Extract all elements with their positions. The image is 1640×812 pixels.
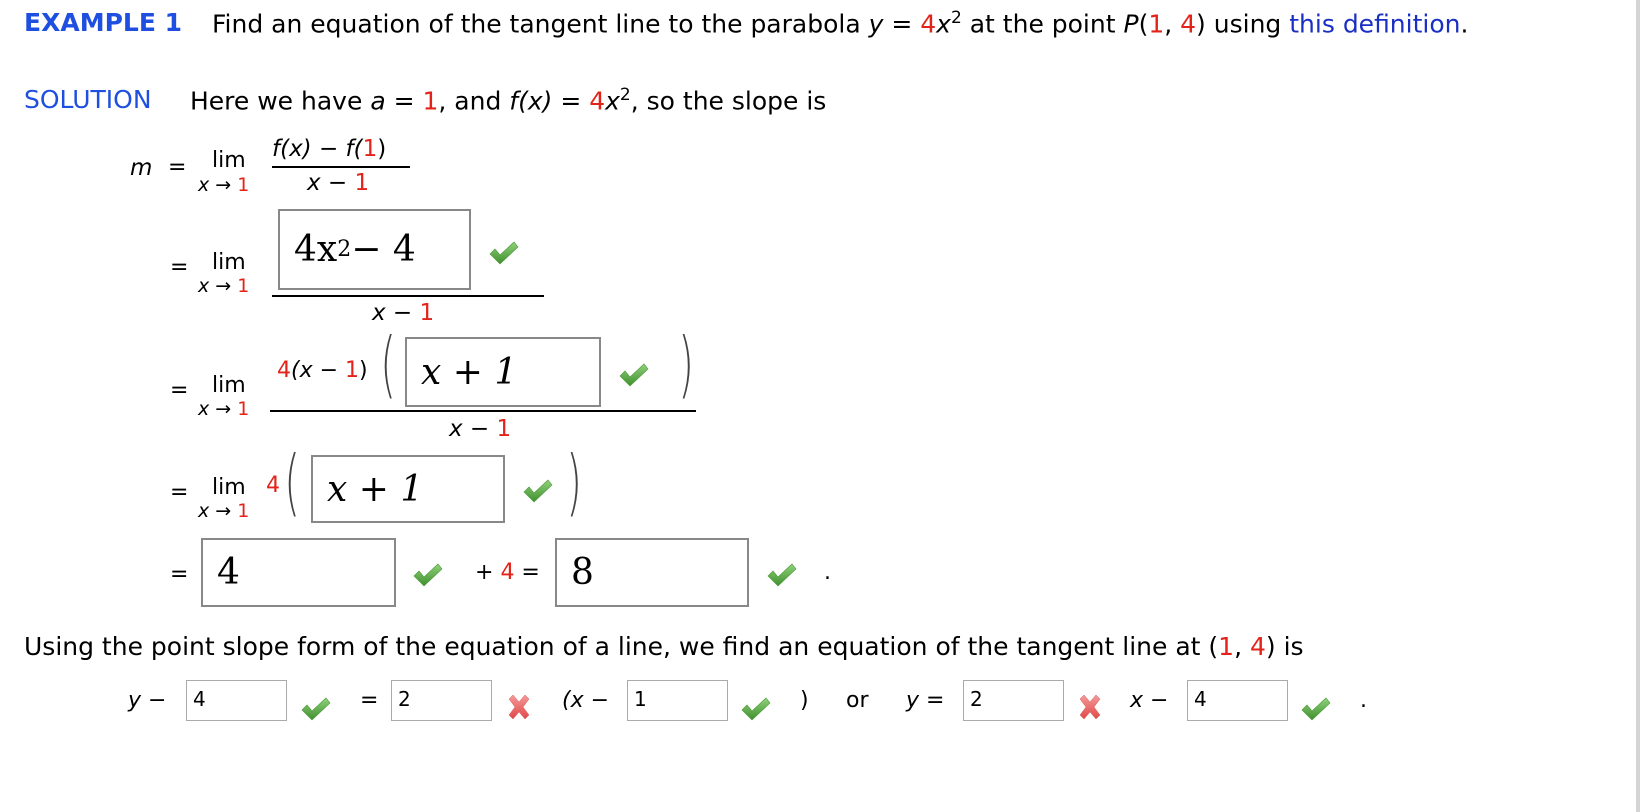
check-icon <box>766 562 798 588</box>
fraction-bar <box>272 166 410 168</box>
scrollbar[interactable] <box>1636 0 1640 812</box>
limit-value-input[interactable]: 4 <box>201 538 396 607</box>
lim-subscript: x → 1 <box>198 398 250 420</box>
comma: , <box>1164 9 1181 39</box>
equals-sign: = <box>883 9 921 39</box>
lim-label: lim <box>212 250 246 275</box>
intercept-input[interactable]: 4 <box>1187 680 1288 721</box>
example-heading: EXAMPLE 1 <box>24 8 182 37</box>
solution-label: SOLUTION <box>24 85 152 114</box>
fraction-bar <box>272 295 544 297</box>
problem-text: Find an equation of the tangent line to … <box>212 9 869 39</box>
right-paren: ) <box>678 322 694 406</box>
lim-label: lim <box>212 373 246 398</box>
step4-coefficient: 4 <box>266 473 280 498</box>
period: . <box>1460 9 1469 39</box>
check-icon <box>740 696 772 722</box>
x-point-input[interactable]: 1 <box>627 680 728 721</box>
example-label: EXAMPLE 1 <box>24 8 183 37</box>
left-paren: ( <box>284 440 300 524</box>
check-icon <box>1300 696 1332 722</box>
check-icon <box>488 240 520 266</box>
y-intercept-point-input[interactable]: 4 <box>186 680 287 721</box>
point-x: 1 <box>1148 9 1165 39</box>
check-icon <box>300 696 332 722</box>
solution-text-2: , and <box>438 86 510 116</box>
x-minus-label: (x − <box>562 688 610 713</box>
y-equals-label: y = <box>906 688 945 713</box>
equals-sign: = <box>170 480 189 505</box>
slope-input[interactable]: 2 <box>391 680 492 721</box>
coefficient-4: 4 <box>920 9 937 39</box>
definition-link[interactable]: this definition <box>1289 9 1460 38</box>
y-variable: y <box>868 9 884 39</box>
close-paren: ) <box>1196 9 1206 39</box>
equals-sign: = <box>170 255 189 280</box>
problem-text-3: using <box>1205 9 1290 39</box>
conclusion-text: Using the point slope form of the equati… <box>24 632 1304 661</box>
equals-sign: = <box>385 86 423 116</box>
check-icon <box>522 478 554 504</box>
exponent: 2 <box>950 8 962 28</box>
step3-denominator: x − 1 <box>449 416 512 442</box>
solution-text-3: , so the slope is <box>630 86 827 116</box>
limit-answer-input[interactable]: x + 1 <box>311 455 505 523</box>
lim-subscript: x → 1 <box>198 174 250 196</box>
solution-text: Here we have <box>190 86 371 116</box>
close-paren: ) <box>800 688 809 713</box>
equals-sign: = <box>168 155 187 180</box>
point-y: 4 <box>1180 9 1197 39</box>
equals-sign: = <box>360 688 379 713</box>
numerator-answer-input[interactable]: 4x 2 − 4 <box>278 209 471 290</box>
period: . <box>824 560 831 585</box>
open-paren: ( <box>1138 9 1149 39</box>
function-f: f(x) <box>509 86 553 116</box>
factor-answer-input[interactable]: x + 1 <box>405 337 601 407</box>
check-icon <box>412 562 444 588</box>
right-paren: ) <box>566 440 582 524</box>
x-variable: x <box>605 86 620 116</box>
left-paren: ( <box>380 322 396 406</box>
slope-value-input[interactable]: 8 <box>555 538 749 607</box>
equals-sign: = <box>170 378 189 403</box>
or-label: or <box>846 688 869 713</box>
slope-intercept-slope-input[interactable]: 2 <box>963 680 1064 721</box>
step1-numerator: f(x) − f(1) <box>272 136 387 162</box>
lim-label: lim <box>212 148 246 173</box>
period: . <box>1360 688 1367 713</box>
fraction-bar <box>270 410 696 412</box>
check-icon <box>618 362 650 388</box>
step1-denominator: x − 1 <box>307 170 370 196</box>
a-value: 1 <box>422 86 439 116</box>
a-variable: a <box>370 86 386 116</box>
lim-subscript: x → 1 <box>198 500 250 522</box>
point-label: P <box>1123 9 1139 39</box>
solution-intro: Here we have a = 1, and f(x) = 4x2, so t… <box>190 85 826 115</box>
equals-sign: = <box>170 562 189 587</box>
plus-four: + 4 = <box>475 560 540 585</box>
problem-text-2: at the point <box>961 9 1124 39</box>
exponent: 2 <box>619 85 631 105</box>
x-minus-label: x − <box>1130 688 1169 713</box>
cross-icon <box>506 694 532 720</box>
x-variable: x <box>936 9 951 39</box>
equals-sign-2: = <box>552 86 590 116</box>
cross-icon <box>1077 694 1103 720</box>
problem-statement: Find an equation of the tangent line to … <box>212 8 1468 38</box>
y-minus-label: y − <box>128 688 167 713</box>
m-label: m <box>130 155 153 181</box>
lim-label: lim <box>212 475 246 500</box>
step3-prefix: 4(x − 1) <box>277 358 368 383</box>
coefficient-4: 4 <box>589 86 606 116</box>
lim-subscript: x → 1 <box>198 275 250 297</box>
